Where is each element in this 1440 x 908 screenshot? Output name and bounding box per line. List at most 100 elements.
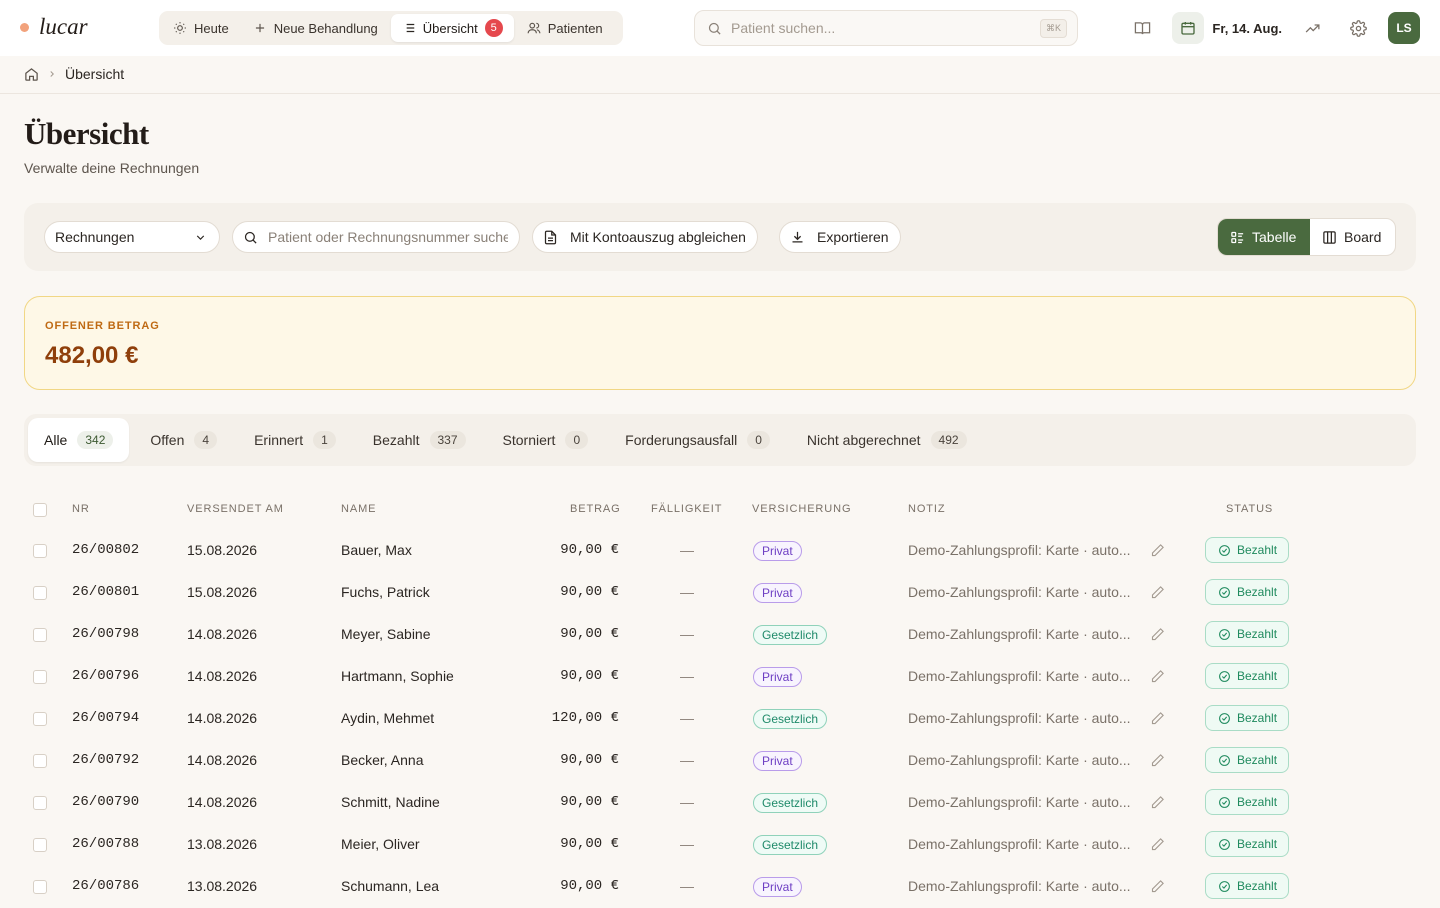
status-badge[interactable]: Bezahlt (1205, 537, 1290, 563)
tab-forderungsausfall[interactable]: Forderungsausfall 0 (609, 418, 786, 462)
patient-name[interactable]: Becker, Anna (341, 752, 424, 768)
patient-name[interactable]: Meier, Oliver (341, 836, 420, 852)
status-badge[interactable]: Bezahlt (1205, 663, 1290, 689)
row-checkbox[interactable] (33, 754, 47, 768)
logo[interactable]: lucar (20, 14, 88, 40)
notification-badge: 5 (484, 19, 503, 37)
table-row[interactable]: 26/00798 14.08.2026 Meyer, Sabine 90,00 … (24, 614, 1416, 656)
stats-button[interactable] (1296, 12, 1328, 44)
date-picker[interactable]: Fr, 14. Aug. (1172, 12, 1282, 44)
status-badge[interactable]: Bezahlt (1205, 579, 1290, 605)
invoice-number: 26/00790 (72, 794, 140, 810)
insurance-badge: Gesetzlich (753, 835, 828, 855)
sent-date: 14.08.2026 (187, 668, 258, 684)
pencil-icon[interactable] (1150, 753, 1165, 768)
tab-storniert[interactable]: Storniert 0 (487, 418, 605, 462)
pencil-icon[interactable] (1150, 795, 1165, 810)
due-date: — (680, 710, 694, 726)
col-insurance[interactable]: VERSICHERUNG (752, 503, 851, 515)
export-button[interactable]: Exportieren (779, 221, 901, 253)
table-row[interactable]: 26/00790 14.08.2026 Schmitt, Nadine 90,0… (24, 782, 1416, 824)
pencil-icon[interactable] (1150, 837, 1165, 852)
status-badge[interactable]: Bezahlt (1205, 831, 1290, 857)
status-badge[interactable]: Bezahlt (1205, 705, 1290, 731)
avatar[interactable]: LS (1388, 12, 1420, 44)
due-date: — (680, 668, 694, 684)
patient-name[interactable]: Schmitt, Nadine (341, 794, 440, 810)
list-icon (402, 21, 416, 35)
table-row[interactable]: 26/00802 15.08.2026 Bauer, Max 90,00 € —… (24, 530, 1416, 572)
col-nr[interactable]: NR (72, 503, 90, 515)
row-checkbox[interactable] (33, 586, 47, 600)
export-label: Exportieren (817, 229, 889, 245)
nav-item-uebersicht[interactable]: Übersicht 5 (390, 14, 514, 42)
pencil-icon[interactable] (1150, 585, 1165, 600)
pencil-icon[interactable] (1150, 711, 1165, 726)
patient-name[interactable]: Bauer, Max (341, 542, 412, 558)
table-row[interactable]: 26/00786 13.08.2026 Schumann, Lea 90,00 … (24, 866, 1416, 908)
invoice-note: Demo-Zahlungsprofil: Karte · auto... (908, 794, 1131, 810)
row-checkbox[interactable] (33, 712, 47, 726)
table-row[interactable]: 26/00792 14.08.2026 Becker, Anna 90,00 €… (24, 740, 1416, 782)
table-row[interactable]: 26/00794 14.08.2026 Aydin, Mehmet 120,00… (24, 698, 1416, 740)
patient-name[interactable]: Meyer, Sabine (341, 626, 431, 642)
invoice-number: 26/00794 (72, 710, 140, 726)
tab-offen[interactable]: Offen 4 (134, 418, 233, 462)
nav-item-label: Patienten (547, 20, 603, 36)
row-checkbox[interactable] (33, 670, 47, 684)
invoice-search-input[interactable] (268, 229, 508, 245)
table-row[interactable]: 26/00788 13.08.2026 Meier, Oliver 90,00 … (24, 824, 1416, 866)
pencil-icon[interactable] (1150, 627, 1165, 642)
row-checkbox[interactable] (33, 796, 47, 810)
tab-erinnert[interactable]: Erinnert 1 (238, 418, 352, 462)
status-label: Bezahlt (1237, 669, 1278, 683)
status-badge[interactable]: Bezahlt (1205, 747, 1290, 773)
patient-name[interactable]: Fuchs, Patrick (341, 584, 430, 600)
patient-name[interactable]: Schumann, Lea (341, 878, 439, 894)
status-badge[interactable]: Bezahlt (1205, 789, 1290, 815)
view-toggle: Tabelle Board (1217, 218, 1396, 256)
document-type-select[interactable]: Rechnungen (44, 221, 220, 253)
nav-item-neue-behandlung[interactable]: Neue Behandlung (242, 14, 389, 42)
pencil-icon[interactable] (1150, 543, 1165, 558)
breadcrumb: Übersicht (24, 66, 124, 82)
patient-name[interactable]: Aydin, Mehmet (341, 710, 434, 726)
row-checkbox[interactable] (33, 838, 47, 852)
check-circle-icon (1218, 880, 1231, 893)
check-circle-icon (1218, 586, 1231, 599)
invoice-search[interactable] (232, 221, 520, 253)
view-board-button[interactable]: Board (1310, 219, 1393, 255)
tab-count: 0 (747, 431, 770, 449)
status-badge[interactable]: Bezahlt (1205, 621, 1290, 647)
row-checkbox[interactable] (33, 628, 47, 642)
global-search[interactable]: ⌘K (694, 10, 1078, 46)
row-checkbox[interactable] (33, 544, 47, 558)
col-sent[interactable]: VERSENDET AM (187, 503, 284, 515)
table-row[interactable]: 26/00796 14.08.2026 Hartmann, Sophie 90,… (24, 656, 1416, 698)
tab-alle[interactable]: Alle 342 (28, 418, 130, 462)
view-table-button[interactable]: Tabelle (1218, 219, 1310, 255)
invoice-number: 26/00788 (72, 836, 140, 852)
nav-item-heute[interactable]: Heute (162, 14, 240, 42)
nav-item-patienten[interactable]: Patienten (516, 14, 614, 42)
settings-button[interactable] (1342, 12, 1374, 44)
patient-name[interactable]: Hartmann, Sophie (341, 668, 454, 684)
col-status[interactable]: STATUS (1226, 503, 1273, 515)
tab-nicht-abgerechnet[interactable]: Nicht abgerechnet 492 (791, 418, 983, 462)
tab-bezahlt[interactable]: Bezahlt 337 (357, 418, 482, 462)
insurance-badge: Privat (753, 667, 802, 687)
row-checkbox[interactable] (33, 880, 47, 894)
select-all-checkbox[interactable] (33, 503, 47, 517)
reconcile-button[interactable]: Mit Kontoauszug abgleichen (532, 221, 758, 253)
sent-date: 13.08.2026 (187, 878, 258, 894)
table-row[interactable]: 26/00801 15.08.2026 Fuchs, Patrick 90,00… (24, 572, 1416, 614)
pencil-icon[interactable] (1150, 879, 1165, 894)
home-icon[interactable] (24, 67, 39, 82)
status-badge[interactable]: Bezahlt (1205, 873, 1290, 899)
col-due[interactable]: FÄLLIGKEIT (651, 503, 722, 515)
global-search-input[interactable] (731, 20, 1031, 36)
col-amount[interactable]: BETRAG (570, 503, 621, 515)
col-name[interactable]: NAME (341, 503, 376, 515)
pencil-icon[interactable] (1150, 669, 1165, 684)
docs-button[interactable] (1126, 12, 1158, 44)
